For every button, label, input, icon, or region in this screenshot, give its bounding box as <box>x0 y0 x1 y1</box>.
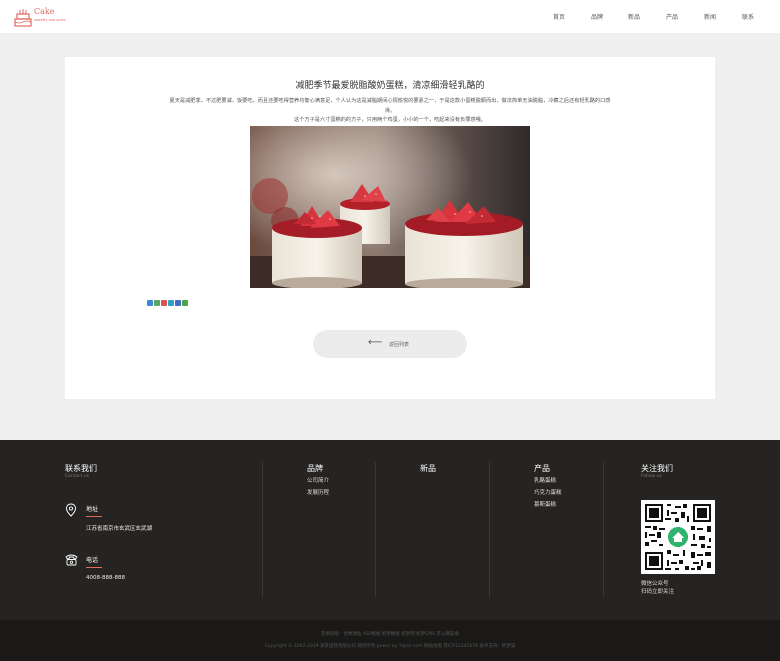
brand-link-history[interactable]: 发展历程 <box>307 488 329 496</box>
phone-label: 电话 <box>86 557 99 564</box>
cake-photo <box>250 126 530 288</box>
arrow-left-icon: ⟵ <box>368 337 383 348</box>
footer-divider <box>489 462 490 597</box>
share-kaixin-icon[interactable] <box>175 300 181 306</box>
nav-home[interactable]: 首页 <box>553 12 565 21</box>
brand-title: 品牌 <box>307 464 323 473</box>
phone-underline <box>86 567 102 568</box>
brand-link-about[interactable]: 公司简介 <box>307 476 329 484</box>
article-title: 减肥季节最爱脱脂酸奶蛋糕，清凉细滑轻乳酪的 <box>295 81 485 91</box>
qr-caption-scan: 扫码立即关注 <box>641 589 675 595</box>
address-value: 江苏省南京市玄武区玄武湖 <box>86 526 153 532</box>
new-products-title: 新品 <box>420 464 436 473</box>
products-link-mousse[interactable]: 慕斯蛋糕 <box>534 500 556 508</box>
footer-divider <box>262 462 263 597</box>
share-tqq-icon[interactable] <box>161 300 167 306</box>
share-douban-icon[interactable] <box>182 300 188 306</box>
contact-subtitle: Contact us <box>65 474 90 479</box>
copyright-bar: 友情链接：优秀建站 ASP模板 织梦模板 织梦网 织梦CMS 苏公网安备 Cop… <box>0 620 780 661</box>
article-paragraph-1-tail: 滑。 <box>384 108 396 114</box>
nav-news[interactable]: 新闻 <box>704 12 716 21</box>
article-paragraph-1: 夏天是减肥季，不过肥要减，饭要吃，而且还要吃得营养均衡心满意足，个人认为这是减脂… <box>169 98 611 104</box>
qr-caption-wechat: 微信公众号 <box>641 581 669 587</box>
phone-value: 4008-888-888 <box>86 575 125 581</box>
contact-title: 联系我们 <box>65 464 97 473</box>
article-card: 减肥季节最爱脱脂酸奶蛋糕，清凉细滑轻乳酪的 夏天是减肥季，不过肥要减，饭要吃，而… <box>65 57 715 399</box>
wechat-qr-code <box>641 500 715 574</box>
site-header: Cake sweetly and quick 首页 品牌 新品 产品 新闻 联系 <box>0 0 780 33</box>
products-title: 产品 <box>534 464 550 473</box>
footer-divider <box>375 462 376 597</box>
back-to-list-label: 返回列表 <box>389 342 410 348</box>
article-paragraph-2: 这个方子是六寸蛋糕的的方子，只用两个鸡蛋，小小的一个，吃起来没有负罪感哦。 <box>294 117 486 123</box>
location-pin-icon <box>65 502 77 521</box>
nav-brand[interactable]: 品牌 <box>591 12 603 21</box>
logo-subtitle: sweetly and quick <box>34 18 66 22</box>
nav-products[interactable]: 产品 <box>666 12 678 21</box>
address-label: 地址 <box>86 506 99 513</box>
copyright-text: Copyright © 2002-2019 某某蛋糕有限公司 版权所有 powe… <box>264 644 516 649</box>
footer-divider <box>603 462 604 597</box>
phone-icon <box>64 551 79 570</box>
friend-links[interactable]: 友情链接：优秀建站 ASP模板 织梦模板 织梦网 织梦CMS 苏公网安备 <box>0 631 780 637</box>
back-to-list-button[interactable]: ⟵ 返回列表 <box>313 330 467 358</box>
products-link-chocolate[interactable]: 巧克力蛋糕 <box>534 488 562 496</box>
logo-text: Cake <box>34 7 55 16</box>
nav-contact[interactable]: 联系 <box>742 12 754 21</box>
site-footer: 联系我们 Contact us 地址 江苏省南京市玄武区玄武湖 电话 4008-… <box>0 440 780 620</box>
share-weibo-icon[interactable] <box>154 300 160 306</box>
nav-new[interactable]: 新品 <box>628 12 640 21</box>
share-qzone-icon[interactable] <box>147 300 153 306</box>
share-renren-icon[interactable] <box>168 300 174 306</box>
address-underline <box>86 516 102 517</box>
follow-subtitle: Follow us <box>641 474 662 479</box>
follow-title: 关注我们 <box>641 464 673 473</box>
products-link-cheesecake[interactable]: 乳酪蛋糕 <box>534 476 556 484</box>
